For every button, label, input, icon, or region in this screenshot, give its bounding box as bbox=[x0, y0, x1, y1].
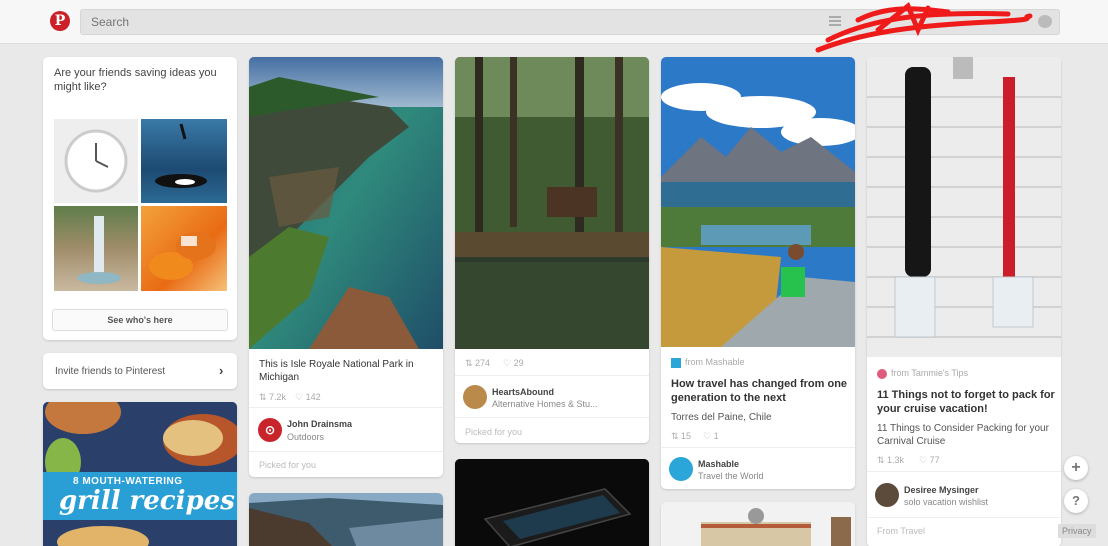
mashable-icon bbox=[671, 357, 681, 368]
food-thumbnail[interactable] bbox=[141, 206, 227, 291]
like-count-value: 1 bbox=[713, 431, 719, 441]
divider bbox=[661, 447, 855, 448]
top-bar: P bbox=[0, 0, 1108, 53]
like-count-value: 29 bbox=[513, 358, 524, 368]
divider bbox=[455, 417, 649, 418]
invite-friends-card[interactable]: Invite friends to Pinterest › bbox=[43, 353, 237, 389]
repin-count-value: 7.2k bbox=[269, 392, 287, 402]
avatar[interactable] bbox=[669, 457, 693, 481]
pin-fjord[interactable] bbox=[249, 493, 443, 546]
chat-icon[interactable] bbox=[1038, 15, 1052, 28]
divider bbox=[249, 451, 443, 452]
repin-count: ⇅ 1.3k bbox=[877, 455, 905, 465]
pin-source-text: from Mashable bbox=[685, 357, 745, 367]
fjord-image bbox=[249, 493, 443, 546]
clock-icon bbox=[64, 129, 128, 193]
invite-friends-label: Invite friends to Pinterest bbox=[55, 366, 166, 377]
like-count: ♡ 1 bbox=[703, 431, 719, 441]
pinterest-logo-icon[interactable]: P bbox=[50, 11, 70, 31]
repin-count: ⇅ 15 bbox=[671, 431, 692, 441]
like-count-value: 142 bbox=[305, 392, 321, 402]
like-count-value: 77 bbox=[929, 455, 940, 465]
redaction-scribble bbox=[815, 1, 1033, 53]
pin-travel-generation[interactable]: from Mashable How travel has changed fro… bbox=[661, 57, 855, 489]
clock-thumbnail[interactable] bbox=[54, 119, 138, 203]
divider bbox=[455, 375, 649, 376]
pin-source: from Tammie's Tips bbox=[877, 368, 968, 379]
see-whos-here-button[interactable]: See who's here bbox=[52, 309, 228, 331]
pin-title[interactable]: 11 Things not to forget to pack for your… bbox=[877, 388, 1057, 416]
chevron-right-icon: › bbox=[219, 363, 224, 378]
help-button[interactable]: ? bbox=[1064, 489, 1088, 513]
pin-description: 11 Things to Consider Packing for your C… bbox=[877, 423, 1049, 447]
friends-suggestion-card: Are your friends saving ideas you might … bbox=[43, 57, 237, 340]
pinner-name[interactable]: HeartsAbound bbox=[492, 387, 554, 397]
grill-recipes-script: grill recipes bbox=[59, 486, 235, 516]
lanyards-image bbox=[867, 57, 1061, 357]
friends-card-title: Are your friends saving ideas you might … bbox=[54, 67, 217, 93]
pin-title[interactable]: How travel has changed from one generati… bbox=[671, 377, 849, 405]
repin-count: ⇅ 274 bbox=[465, 358, 491, 368]
pin-description: Torres del Paine, Chile bbox=[671, 412, 772, 423]
like-count: ♡ 29 bbox=[503, 358, 524, 368]
board-name[interactable]: Travel the World bbox=[698, 471, 764, 481]
avatar[interactable] bbox=[463, 385, 487, 409]
board-name[interactable]: Outdoors bbox=[287, 432, 324, 442]
pinner-name[interactable]: Desiree Mysinger bbox=[904, 485, 979, 495]
source-icon bbox=[877, 368, 887, 379]
pin-phone[interactable] bbox=[455, 459, 649, 546]
picked-for-you: Picked for you bbox=[259, 460, 317, 470]
whale-icon bbox=[155, 123, 207, 188]
grill-recipes-image bbox=[43, 402, 237, 546]
forest-cabin-image bbox=[455, 57, 649, 349]
pin-forest-cabin[interactable]: ⇅ 274 ♡ 29 HeartsAbound Alternative Home… bbox=[455, 57, 649, 443]
pin-source: from Mashable bbox=[671, 357, 745, 368]
repin-count-value: 15 bbox=[681, 431, 692, 441]
pinner-name[interactable]: John Drainsma bbox=[287, 419, 352, 429]
pin-description: This is Isle Royale National Park in Mic… bbox=[259, 359, 414, 383]
pin-source-text: from Tammie's Tips bbox=[891, 368, 969, 378]
pinner-name[interactable]: Mashable bbox=[698, 459, 739, 469]
picked-for-you: Picked for you bbox=[465, 427, 523, 437]
add-pin-button[interactable]: + bbox=[1064, 456, 1088, 480]
pin-isle-royale[interactable]: This is Isle Royale National Park in Mic… bbox=[249, 57, 443, 477]
repin-count-value: 274 bbox=[475, 358, 491, 368]
from-board: From Travel bbox=[877, 526, 926, 536]
phone-image bbox=[455, 459, 649, 546]
building-image bbox=[661, 502, 855, 546]
waterfall-icon bbox=[77, 216, 121, 284]
waterfall-thumbnail[interactable] bbox=[54, 206, 138, 291]
pin-icon[interactable]: ⊙ bbox=[258, 418, 282, 442]
privacy-link[interactable]: Privacy bbox=[1058, 524, 1096, 538]
like-count: ♡ 142 bbox=[295, 392, 321, 402]
food-icon bbox=[149, 232, 216, 280]
repin-count-value: 1.3k bbox=[887, 455, 905, 465]
pin-building[interactable] bbox=[661, 502, 855, 546]
torres-del-paine-image bbox=[661, 57, 855, 347]
divider bbox=[867, 471, 1061, 472]
pin-cruise-packing[interactable]: from Tammie's Tips 11 Things not to forg… bbox=[867, 57, 1061, 546]
board-name[interactable]: solo vacation wishlist bbox=[904, 497, 988, 507]
divider bbox=[867, 517, 1061, 518]
board-name[interactable]: Alternative Homes & Stu... bbox=[492, 399, 598, 409]
like-count: ♡ 77 bbox=[919, 455, 940, 465]
repin-count: ⇅ 7.2k bbox=[259, 392, 287, 402]
divider bbox=[249, 407, 443, 408]
isle-royale-image bbox=[249, 57, 443, 349]
whale-thumbnail[interactable] bbox=[141, 119, 227, 203]
avatar[interactable] bbox=[875, 483, 899, 507]
grill-recipes-pin[interactable]: 8 MOUTH-WATERING grill recipes bbox=[43, 402, 237, 546]
